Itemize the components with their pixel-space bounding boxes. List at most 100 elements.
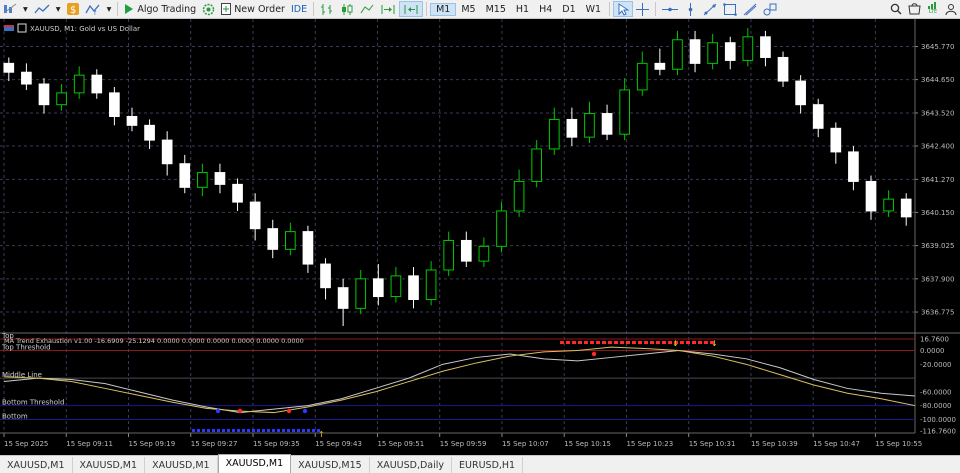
chart-tab-active[interactable]: XAUUSD,M1 <box>217 454 292 473</box>
horizontal-line-icon[interactable] <box>659 1 681 17</box>
top-marker <box>584 341 588 344</box>
chart-tabs: XAUUSD,M1 XAUUSD,M1 XAUUSD,M1 XAUUSD,M1 … <box>0 454 960 473</box>
market-icon[interactable] <box>905 1 924 17</box>
auto-scroll-icon[interactable] <box>377 1 399 17</box>
trendline-icon[interactable] <box>700 1 720 17</box>
indicator-scale[interactable]: 16.7600 0.0000 -20.0000 -60.0000 -80.0000 -10… <box>920 336 956 436</box>
algo-trading-label: Algo Trading <box>137 3 197 15</box>
top-marker <box>686 341 690 344</box>
bull-candle <box>197 172 208 188</box>
channel-icon[interactable] <box>720 1 740 17</box>
ide-label: IDE <box>290 3 308 15</box>
candlestick-icon[interactable] <box>337 1 357 17</box>
fibonacci-icon[interactable] <box>740 1 760 17</box>
top-marker <box>698 341 702 344</box>
bear-candle <box>249 201 261 230</box>
ide-button[interactable]: IDE <box>288 1 310 17</box>
line-mode-icon[interactable] <box>357 1 377 17</box>
dropdown-arrow-icon[interactable]: ▾ <box>53 1 64 17</box>
settings-icon[interactable] <box>199 1 218 17</box>
bull-candle <box>672 39 683 70</box>
bear-candle <box>777 56 789 82</box>
bull-candle <box>284 231 296 250</box>
profile-icon[interactable] <box>942 1 960 17</box>
bull-candle <box>496 210 507 247</box>
timeframe-h4[interactable]: H4 <box>534 4 557 15</box>
top-marker <box>572 341 576 344</box>
chart-tab[interactable]: XAUUSD,M1 <box>145 457 218 473</box>
bear-candle <box>689 39 701 64</box>
bottom-marker <box>262 429 265 432</box>
search-icon[interactable] <box>887 1 905 17</box>
bottom-marker <box>197 429 200 432</box>
time-label: 15 Sep 09:35 <box>253 440 300 448</box>
bull-candle <box>707 42 718 64</box>
bear-candle <box>566 118 578 138</box>
separator <box>426 2 428 16</box>
indicator-scale-label: 0.0000 <box>920 347 945 355</box>
chart-tab[interactable]: XAUUSD,M1 <box>73 457 146 473</box>
chart-shift-icon[interactable] <box>399 1 424 17</box>
new-order-button[interactable]: New Order <box>218 1 288 17</box>
bottom-marker <box>287 429 290 432</box>
top-marker <box>626 341 630 344</box>
shapes-icon[interactable] <box>760 1 780 17</box>
bottom-marker <box>222 429 225 432</box>
line-chart-icon[interactable] <box>31 1 53 17</box>
bear-candle <box>795 80 806 106</box>
exhaustion-arrow-icon: ↓ <box>711 339 718 348</box>
top-marker <box>614 341 618 344</box>
timeframe-m1[interactable]: M1 <box>430 2 457 16</box>
bottom-marker <box>297 429 300 432</box>
bull-candle <box>56 92 67 106</box>
chart-tab[interactable]: XAUUSD,M1 <box>0 457 73 473</box>
dropdown-arrow-icon[interactable]: ▾ <box>20 1 31 17</box>
top-marker <box>608 341 612 344</box>
bear-candle <box>760 36 771 58</box>
indicator-icon[interactable]: f <box>82 1 104 17</box>
timeframe-m15[interactable]: M15 <box>481 4 511 15</box>
chart-tab[interactable]: XAUUSD,Daily <box>370 457 453 473</box>
algo-trading-button[interactable]: Algo Trading <box>121 1 199 17</box>
bottom-marker <box>227 429 230 432</box>
chart-tab[interactable]: EURUSD,H1 <box>452 457 524 473</box>
bar-chart-icon[interactable] <box>317 1 337 17</box>
top-marker <box>602 341 606 344</box>
time-label: 15 Sep 10:23 <box>626 440 673 448</box>
time-label: 15 Sep 09:43 <box>315 440 362 448</box>
chart-area[interactable]: 3645.770 3644.650 3643.520 3642.400 3641.270… <box>0 19 960 455</box>
top-marker <box>578 341 582 344</box>
bottom-marker <box>272 429 275 432</box>
top-marker <box>662 341 666 344</box>
chart-type-icon[interactable] <box>0 1 20 17</box>
cursor-icon[interactable] <box>613 1 634 17</box>
exhaustion-arrow-icon: ↓ <box>672 339 679 348</box>
bull-candle <box>425 269 437 300</box>
timeframe-d1[interactable]: D1 <box>557 4 580 15</box>
timeframe-h1[interactable]: H1 <box>511 4 534 15</box>
dropdown-arrow-icon[interactable]: ▾ <box>104 1 115 17</box>
timeframe-w1[interactable]: W1 <box>581 4 606 15</box>
time-label: 15 Sep 10:47 <box>813 440 860 448</box>
signal-icon[interactable]: LTE <box>924 1 942 17</box>
vertical-line-icon[interactable] <box>681 1 700 17</box>
indicator-scale-label: -100.0000 <box>920 416 956 424</box>
chart-tab[interactable]: XAUUSD,M15 <box>291 457 370 473</box>
top-marker <box>704 341 708 344</box>
top-marker <box>692 341 696 344</box>
timeframe-m5[interactable]: M5 <box>456 4 480 15</box>
crosshair-icon[interactable] <box>633 1 652 17</box>
top-marker <box>560 341 564 344</box>
bear-candle <box>91 74 103 94</box>
bottom-marker <box>282 429 285 432</box>
price-label: 3644.650 <box>921 76 954 84</box>
exhaustion-arrow-icon: ↑ <box>318 430 325 439</box>
top-marker <box>620 341 624 344</box>
signal-dot <box>591 351 597 357</box>
bottom-marker <box>212 429 215 432</box>
bottom-marker <box>302 429 305 432</box>
dollar-icon[interactable]: $ <box>64 1 82 17</box>
bottom-marker <box>247 429 250 432</box>
price-scale[interactable]: 3645.770 3644.650 3643.520 3642.400 3641.270… <box>914 19 954 433</box>
price-chart[interactable]: 3645.770 3644.650 3643.520 3642.400 3641.270… <box>0 19 960 455</box>
